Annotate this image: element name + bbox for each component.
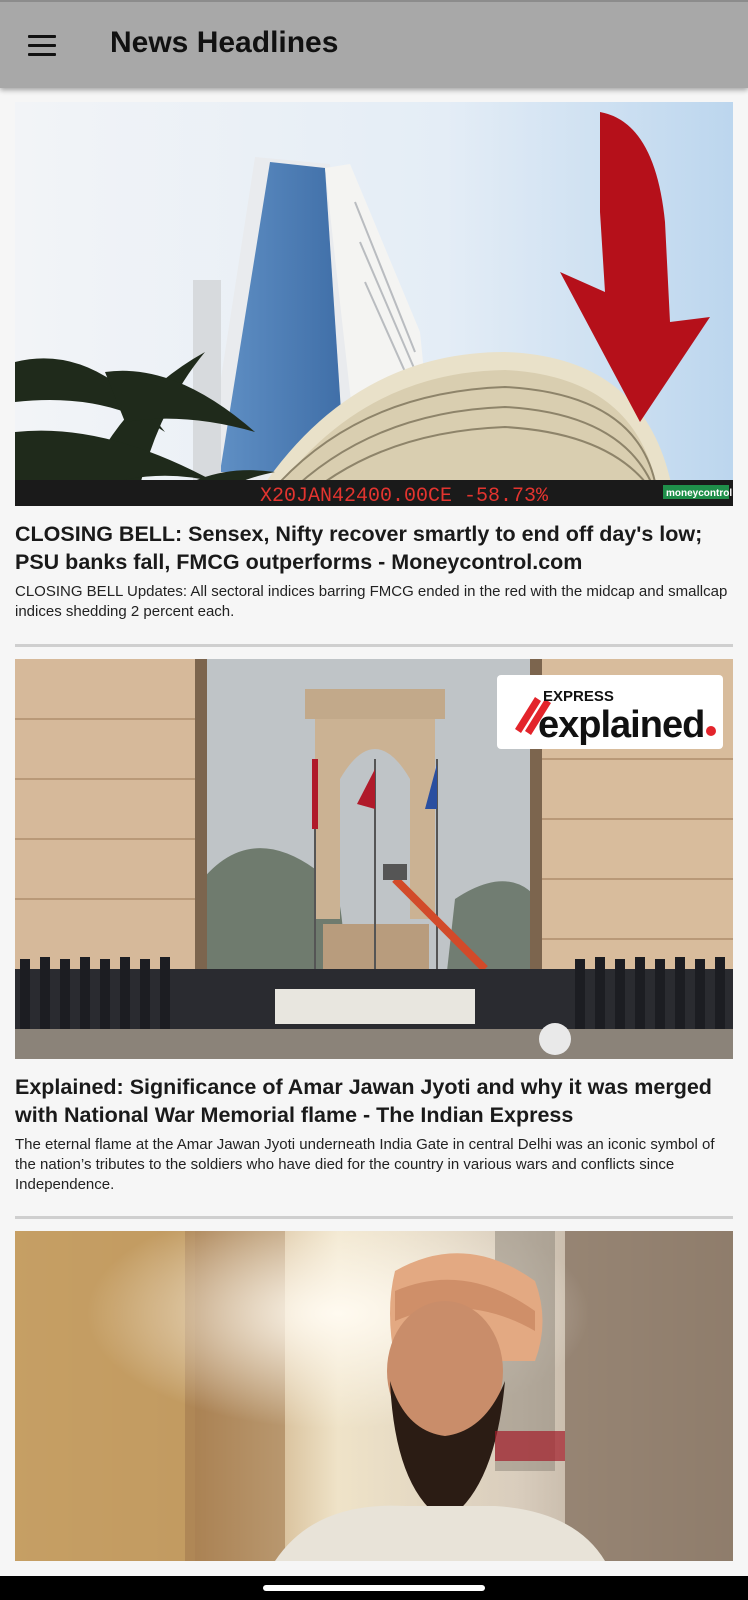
home-gesture-handle[interactable] <box>263 1585 485 1591</box>
ticker-text: X20JAN42400.00CE -58.73% <box>260 485 549 506</box>
article-image[interactable] <box>15 1231 733 1561</box>
news-card[interactable]: X20JAN42400.00CE -58.73% moneycontrol CL… <box>15 102 733 622</box>
divider <box>15 1216 733 1219</box>
watermark: moneycontrol <box>666 488 732 499</box>
badge-main-text: explained <box>538 704 704 746</box>
article-image[interactable]: X20JAN42400.00CE -58.73% moneycontrol <box>15 102 733 506</box>
page-title: News Headlines <box>110 26 339 59</box>
article-headline[interactable]: Explained: Significance of Amar Jawan Jy… <box>15 1073 731 1129</box>
system-navigation-bar <box>0 1576 748 1600</box>
hamburger-menu-icon[interactable] <box>28 35 56 57</box>
article-summary: The eternal flame at the Amar Jawan Jyot… <box>15 1136 715 1193</box>
news-card[interactable]: EXPRESS explained Explained: Significanc… <box>15 659 733 1195</box>
badge-top-text: EXPRESS <box>543 688 614 705</box>
article-summary: CLOSING BELL Updates: All sectoral indic… <box>15 583 728 620</box>
article-image[interactable]: EXPRESS explained <box>15 659 733 1059</box>
app-bar: News Headlines <box>0 0 748 88</box>
news-card[interactable] <box>15 1231 733 1561</box>
divider <box>15 644 733 647</box>
article-headline[interactable]: CLOSING BELL: Sensex, Nifty recover smar… <box>15 520 731 576</box>
